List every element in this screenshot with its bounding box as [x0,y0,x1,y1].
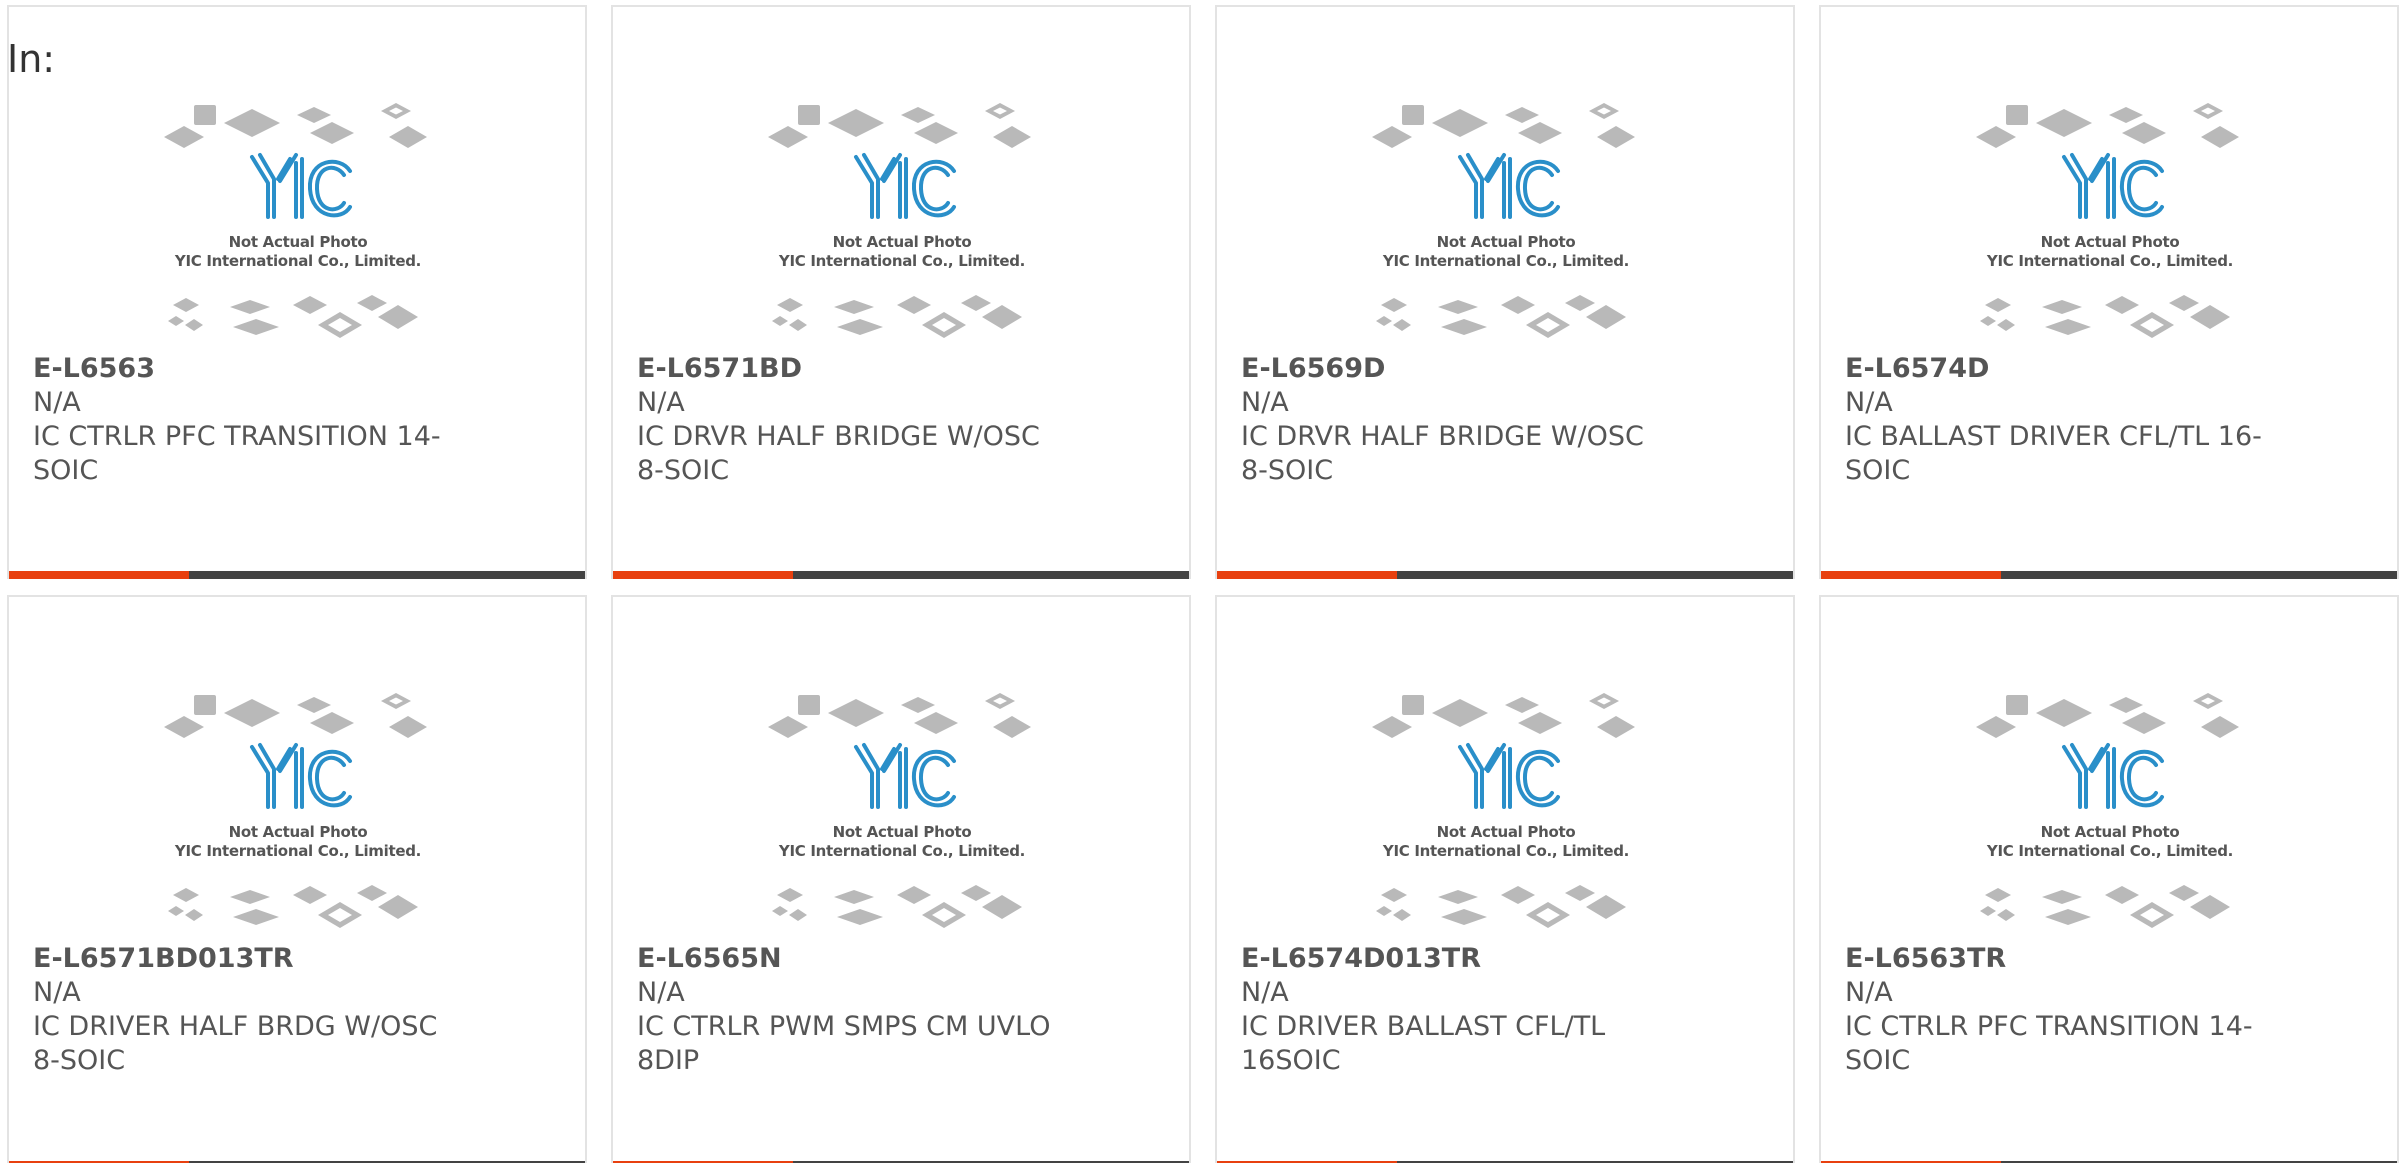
product-card[interactable]: Not Actual Photo YIC International Co., … [7,595,587,1163]
not-actual-photo-caption: Not Actual Photo YIC International Co., … [1382,823,1630,860]
manufacturer: N/A [33,387,81,418]
manufacturer: N/A [1845,977,1893,1008]
product-card[interactable]: Not Actual Photo YIC International Co., … [611,595,1191,1163]
not-actual-photo-caption: Not Actual Photo YIC International Co., … [174,823,422,860]
yic-logo-icon [854,153,956,219]
manufacturer: N/A [1241,387,1289,418]
yic-logo-icon [2062,153,2164,219]
not-actual-photo-caption: Not Actual Photo YIC International Co., … [778,233,1026,270]
product-card[interactable]: Not Actual Photo YIC International Co., … [7,5,587,579]
yic-logo-icon [1458,153,1560,219]
chip-packages-icon [772,885,1022,928]
part-description: IC CTRLR PFC TRANSITION 14-SOIC [1845,1011,2253,1076]
yic-logo-icon [2062,743,2164,809]
part-number[interactable]: E-L6571BD013TR [33,942,294,976]
not-actual-photo-caption: Not Actual Photo YIC International Co., … [1986,823,2234,860]
chip-packages-icon [768,103,1031,148]
part-number[interactable]: E-L6569D [1241,352,1385,386]
part-description: IC DRVR HALF BRIDGE W/OSC 8-SOIC [1241,421,1644,486]
chip-packages-icon [1976,103,2239,148]
card-footer-accent [613,571,793,579]
manufacturer: N/A [33,977,81,1008]
product-card[interactable]: Not Actual Photo YIC International Co., … [1215,5,1795,579]
product-card[interactable]: Not Actual Photo YIC International Co., … [1215,595,1795,1163]
part-description: IC CTRLR PWM SMPS CM UVLO 8DIP [637,1011,1051,1076]
yic-logo-icon [250,743,352,809]
product-grid: Not Actual Photo YIC International Co., … [7,5,2400,1163]
chip-packages-icon [168,885,418,928]
product-photo-placeholder: Not Actual Photo YIC International Co., … [768,97,1036,338]
part-description: IC CTRLR PFC TRANSITION 14-SOIC [33,421,441,486]
product-photo-placeholder: Not Actual Photo YIC International Co., … [1372,687,1640,928]
card-footer-bar [9,571,585,579]
product-card[interactable]: Not Actual Photo YIC International Co., … [611,5,1191,579]
chip-packages-icon [1976,693,2239,738]
in-label: In: [7,37,56,81]
product-card[interactable]: Not Actual Photo YIC International Co., … [1819,595,2399,1163]
product-photo-placeholder: Not Actual Photo YIC International Co., … [1976,97,2244,338]
part-number[interactable]: E-L6574D [1845,352,1989,386]
part-number[interactable]: E-L6571BD [637,352,802,386]
product-card[interactable]: Not Actual Photo YIC International Co., … [1819,5,2399,579]
chip-packages-icon [1376,295,1626,338]
yic-logo-icon [250,153,352,219]
chip-packages-icon [1980,295,2230,338]
chip-packages-icon [164,103,427,148]
chip-packages-icon [164,693,427,738]
part-description: IC DRIVER HALF BRDG W/OSC 8-SOIC [33,1011,438,1076]
not-actual-photo-caption: Not Actual Photo YIC International Co., … [1986,233,2234,270]
chip-packages-icon [1372,103,1635,148]
card-footer-accent [9,571,189,579]
product-photo-placeholder: Not Actual Photo YIC International Co., … [1372,97,1640,338]
chip-packages-icon [1376,885,1626,928]
product-photo-placeholder: Not Actual Photo YIC International Co., … [768,687,1036,928]
manufacturer: N/A [1845,387,1893,418]
card-footer-bar [613,571,1189,579]
chip-packages-icon [1980,885,2230,928]
chip-packages-icon [768,693,1031,738]
chip-packages-icon [1372,693,1635,738]
not-actual-photo-caption: Not Actual Photo YIC International Co., … [1382,233,1630,270]
card-footer-bar [1821,571,2397,579]
product-photo-placeholder: Not Actual Photo YIC International Co., … [164,97,432,338]
part-description: IC DRIVER BALLAST CFL/TL 16SOIC [1241,1011,1606,1076]
not-actual-photo-caption: Not Actual Photo YIC International Co., … [174,233,422,270]
product-grid-page: Not Actual Photo YIC International Co., … [0,0,2400,1163]
part-number[interactable]: E-L6563TR [1845,942,2006,976]
product-photo-placeholder: Not Actual Photo YIC International Co., … [1976,687,2244,928]
product-photo-placeholder: Not Actual Photo YIC International Co., … [164,687,432,928]
part-number[interactable]: E-L6565N [637,942,782,976]
not-actual-photo-caption: Not Actual Photo YIC International Co., … [778,823,1026,860]
manufacturer: N/A [637,977,685,1008]
yic-logo-icon [1458,743,1560,809]
chip-packages-icon [168,295,418,338]
manufacturer: N/A [637,387,685,418]
chip-packages-icon [772,295,1022,338]
card-footer-accent [1217,571,1397,579]
manufacturer: N/A [1241,977,1289,1008]
yic-logo-icon [854,743,956,809]
part-description: IC DRVR HALF BRIDGE W/OSC 8-SOIC [637,421,1040,486]
part-number[interactable]: E-L6563 [33,352,155,386]
card-footer-bar [1217,571,1793,579]
part-number[interactable]: E-L6574D013TR [1241,942,1481,976]
card-footer-accent [1821,571,2001,579]
part-description: IC BALLAST DRIVER CFL/TL 16-SOIC [1845,421,2262,486]
